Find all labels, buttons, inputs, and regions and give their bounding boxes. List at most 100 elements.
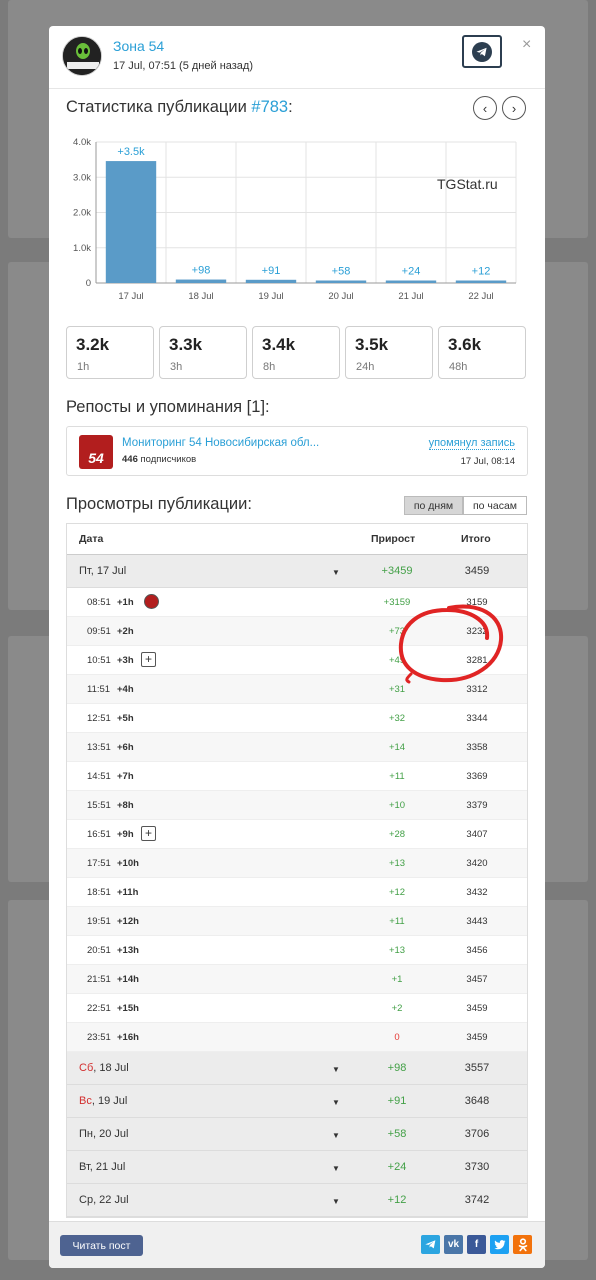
y-tick-label: 4.0k [73,137,91,148]
toggle-by-hour[interactable]: по часам [463,496,527,515]
hour-total: 3420 [466,858,488,869]
hour-row: 20:51 +13h +13 3456 [67,936,527,965]
telegram-button[interactable] [462,35,502,68]
chart-bar [245,279,297,283]
hour-offset: +9h [117,829,134,840]
x-tick-label: 18 Jul [188,291,213,302]
chart-bar [105,161,157,283]
expand-icon[interactable]: ▼ [325,1192,347,1210]
table-header: Дата Прирост Итого [67,524,527,555]
hour-offset: +7h [117,771,134,782]
hour-total: 3407 [466,829,488,840]
hour-growth: +10 [388,800,406,811]
hour-growth: +11 [389,916,405,927]
hour-time: 16:51 [87,829,111,840]
day-row[interactable]: Вс, 19 Jul ▼ +91 3648 [67,1085,527,1118]
expand-icon[interactable]: ▼ [325,1060,347,1078]
repost-badge-icon[interactable] [144,594,159,609]
hour-growth: +28 [388,829,406,840]
repost-date: 17 Jul, 08:14 [460,456,515,467]
repost-channel-avatar[interactable]: 54 [79,435,113,469]
hour-time: 13:51 [87,742,111,753]
channel-name[interactable]: Зона 54 [113,38,164,54]
hour-offset: +2h [117,626,134,637]
x-tick-label: 21 Jul [398,291,423,302]
hour-total: 3358 [466,742,488,753]
post-number-link[interactable]: #783 [251,98,288,116]
twitter-icon[interactable] [490,1235,509,1254]
day-row[interactable]: Пн, 20 Jul ▼ +58 3706 [67,1118,527,1151]
stats-title: Статистика публикации #783: [66,98,293,116]
chart-bar [175,279,227,283]
data-label: +98 [192,265,211,277]
expand-icon[interactable]: ▼ [325,1126,347,1144]
x-tick-label: 17 Jul [118,291,143,302]
x-tick-label: 19 Jul [258,291,283,302]
repost-channel-name[interactable]: Мониторинг 54 Новосибирская обл... [122,437,319,449]
day-row[interactable]: Вт, 21 Jul ▼ +24 3730 [67,1151,527,1184]
telegram-icon[interactable] [421,1235,440,1254]
hour-time: 23:51 [87,1032,111,1043]
day-row[interactable]: Пт, 17 Jul ▼ +3459 3459 [67,555,527,588]
close-icon[interactable]: × [522,36,531,54]
hour-time: 20:51 [87,945,111,956]
day-row[interactable]: Ср, 22 Jul ▼ +12 3742 [67,1184,527,1217]
stat-box-3h: 3.3k 3h [159,326,247,379]
hour-growth: +14 [388,742,406,753]
modal-header: Зона 54 17 Jul, 07:51 (5 дней назад) × [49,26,545,89]
post-date: 17 Jul, 07:51 (5 дней назад) [113,60,254,72]
mention-link[interactable]: упомянул запись [428,437,515,450]
hour-row: 18:51 +11h +12 3432 [67,878,527,907]
chart-bar [315,280,367,283]
chevron-right-icon: › [511,100,517,116]
day-rows: Сб, 18 Jul ▼ +98 3557 Вс, 19 Jul ▼ +91 3648 Пн, … [67,1052,527,1217]
hour-time: 17:51 [87,858,111,869]
views-title: Просмотры публикации: [66,495,252,513]
post-stats-modal: Зона 54 17 Jul, 07:51 (5 дней назад) × С… [49,26,545,1268]
hour-time: 09:51 [87,626,111,637]
channel-avatar[interactable] [62,36,102,76]
stat-box-1h: 3.2k 1h [66,326,154,379]
hour-row: 23:51 +16h 0 3459 [67,1023,527,1052]
hour-offset: +5h [117,713,134,724]
day-row[interactable]: Сб, 18 Jul ▼ +98 3557 [67,1052,527,1085]
prev-post-button[interactable]: ‹ [473,96,497,120]
hour-total: 3369 [466,771,488,782]
y-tick-label: 3.0k [73,172,91,183]
expand-icon[interactable]: ▼ [325,1093,347,1111]
hour-offset: +6h [117,742,134,753]
next-post-button[interactable]: › [502,96,526,120]
data-label: +3.5k [117,146,145,158]
toggle-by-day[interactable]: по дням [404,496,463,515]
hour-row: 12:51 +5h +32 3344 [67,704,527,733]
hour-offset: +3h [117,655,134,666]
hour-offset: +10h [117,858,139,869]
collapse-icon[interactable]: ▼ [325,563,347,581]
data-label: +58 [332,266,351,278]
chart-bar [455,280,507,283]
hour-time: 10:51 [87,655,111,666]
stat-box-8h: 3.4k 8h [252,326,340,379]
hour-time: 18:51 [87,887,111,898]
repost-item: 54 Мониторинг 54 Новосибирская обл... 44… [66,426,528,476]
odnoklassniki-icon[interactable] [513,1235,532,1254]
read-post-button[interactable]: Читать пост [60,1235,143,1256]
chevron-left-icon: ‹ [482,100,488,116]
data-label: +24 [402,266,421,278]
data-label: +91 [262,265,281,277]
hour-total: 3432 [466,887,488,898]
expand-icon[interactable]: ▼ [325,1159,347,1177]
plus-icon[interactable]: + [141,826,156,841]
modal-footer: Читать пост vk f [49,1221,545,1268]
facebook-icon[interactable]: f [467,1235,486,1254]
stat-box-24h: 3.5k 24h [345,326,433,379]
repost-subscribers: 446 подписчиков [122,454,197,465]
hour-growth: +12 [388,887,406,898]
hour-row: 15:51 +8h +10 3379 [67,791,527,820]
hour-total: 3344 [466,713,488,724]
hour-offset: +13h [117,945,139,956]
vk-icon[interactable]: vk [444,1235,463,1254]
hour-total: 3459 [466,1003,488,1014]
hour-offset: +15h [117,1003,139,1014]
plus-icon[interactable]: + [141,652,156,667]
